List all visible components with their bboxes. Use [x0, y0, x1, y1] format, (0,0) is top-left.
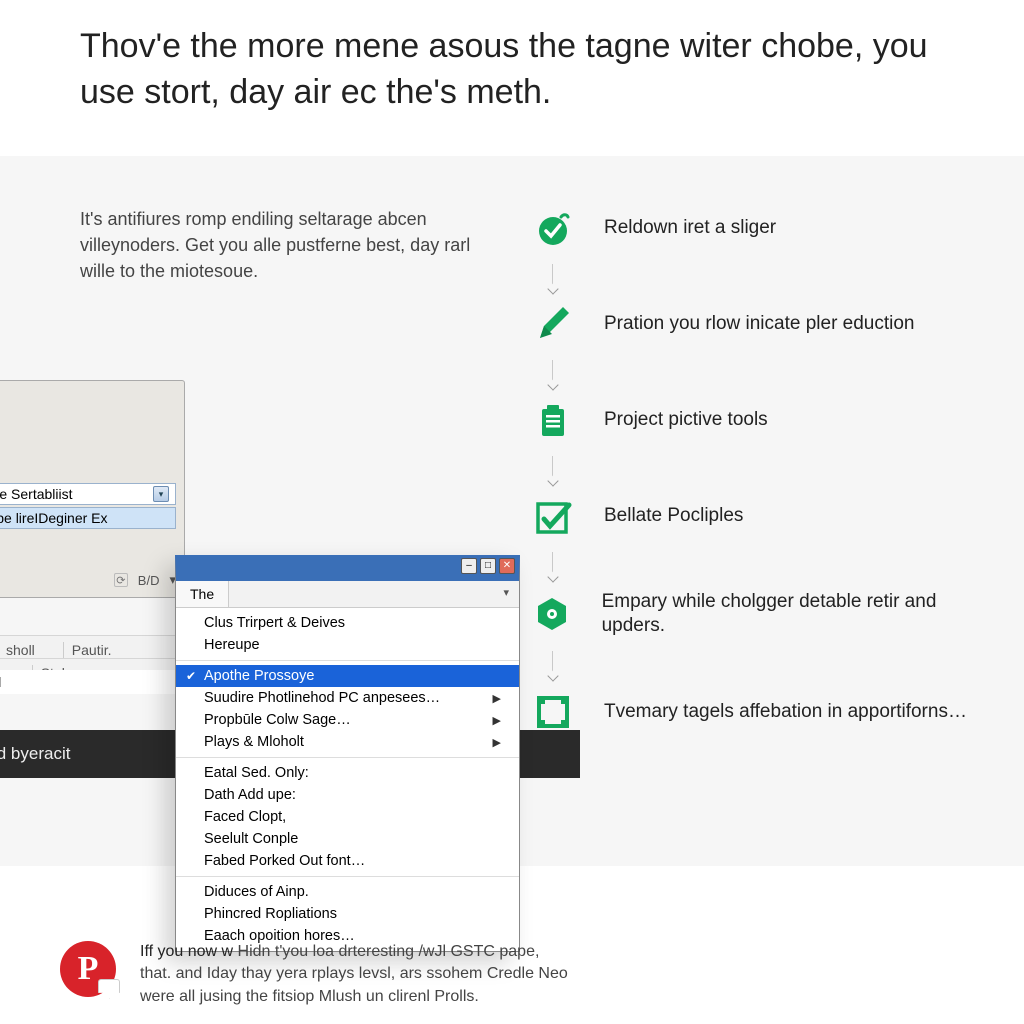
- network-node-icon: [530, 591, 574, 637]
- menu-item[interactable]: Suudire Photlinehod PC anpesees… ▶: [176, 687, 519, 709]
- flow-arrow-icon: [552, 456, 984, 482]
- feature-list: Reldown iret a sliger Pration you rlow i…: [530, 206, 984, 776]
- menu-item-label: Apothe Prossoye: [204, 668, 314, 684]
- feature-label: Project pictive tools: [604, 408, 768, 433]
- chevron-right-icon: ▶: [493, 736, 501, 749]
- chevron-right-icon: ▶: [493, 714, 501, 727]
- feature-label: Tvemary tagels affebation in apportiforn…: [604, 700, 967, 725]
- menu-item-label: Plays & Mloholt: [204, 734, 304, 750]
- menu-item[interactable]: Hereupe: [176, 634, 519, 656]
- flow-arrow-icon: [552, 651, 984, 677]
- tab[interactable]: The: [176, 581, 229, 607]
- tab-bar: The ▾: [176, 581, 519, 608]
- status-bar: ⟳ B/D ▾: [0, 569, 184, 591]
- cell-label: Dopnsel: [0, 670, 200, 694]
- feature-label: Reldown iret a sliger: [604, 216, 776, 241]
- menu-item[interactable]: Phincred Ropliations: [176, 903, 519, 925]
- chevron-down-icon[interactable]: ▾: [493, 581, 519, 607]
- menu-item[interactable]: Fabed Porked Out font…: [176, 850, 519, 872]
- combo-value: hope Sertabliist: [0, 486, 73, 502]
- menu-item[interactable]: Eatal Sed. Only:: [176, 762, 519, 784]
- chevron-down-icon[interactable]: ▾: [153, 486, 169, 502]
- menu-item-label: Fabed Porked Out font…: [204, 853, 365, 869]
- menu-item-label: Diduces of Ainp.: [204, 884, 309, 900]
- gear-frame-icon: [530, 689, 576, 735]
- chevron-right-icon: ▶: [493, 692, 501, 705]
- menu-item[interactable]: Plays & Mloholt ▶: [176, 731, 519, 753]
- menu-item[interactable]: Propbūle Colw Sage… ▶: [176, 709, 519, 731]
- context-menu-window[interactable]: – □ ✕ The ▾ Clus Trirpert & Deives Hereup…: [175, 555, 520, 952]
- close-icon[interactable]: ✕: [499, 558, 515, 574]
- menu-item[interactable]: Seelult Conple: [176, 828, 519, 850]
- flow-arrow-icon: [552, 360, 984, 386]
- menu-item[interactable]: ✔ Apothe Prossoye: [176, 665, 519, 687]
- feature-label: Pration you rlow inicate pler eduction: [604, 312, 915, 337]
- maximize-icon[interactable]: □: [480, 558, 496, 574]
- check-circle-icon: [530, 206, 576, 252]
- refresh-icon[interactable]: ⟳: [114, 573, 128, 587]
- feature-label: Bellate Pocliples: [604, 504, 743, 529]
- footer: P Iff you now w Hidn t'you loa drteresti…: [60, 941, 984, 1008]
- pen-icon: [530, 302, 576, 348]
- menu-item-label: Seelult Conple: [204, 831, 298, 847]
- feature-item: Pration you rlow inicate pler eduction: [530, 302, 984, 348]
- flow-arrow-icon: [552, 264, 984, 290]
- feature-item: Reldown iret a sliger: [530, 206, 984, 252]
- combo-box-2[interactable]: Alope lireIDeginer Ex: [0, 507, 176, 529]
- menu-item-label: Hereupe: [204, 637, 260, 653]
- status-value: B/D: [138, 573, 160, 588]
- context-menu: Clus Trirpert & Deives Hereupe ✔ Apothe Pro…: [176, 608, 519, 951]
- page-title: Thov'e the more mene asous the tagne wit…: [0, 0, 1024, 156]
- footer-text: Iff you now w Hidn t'you loa drteresting…: [140, 941, 570, 1008]
- menu-item[interactable]: Diduces of Ainp.: [176, 881, 519, 903]
- menu-item-label: Propbūle Colw Sage…: [204, 712, 351, 728]
- feature-item: Bellate Pocliples: [530, 494, 984, 540]
- menu-item-label: Faced Clopt,: [204, 809, 286, 825]
- combo-box-1[interactable]: hope Sertabliist ▾: [0, 483, 176, 505]
- tab[interactable]: Pautir.: [63, 642, 112, 659]
- feature-item: Empary while cholgger detable retir and …: [530, 590, 984, 639]
- combo-value: Alope lireIDeginer Ex: [0, 510, 108, 526]
- flow-arrow-icon: [552, 552, 984, 578]
- menu-item-label: Dath Add upe:: [204, 787, 296, 803]
- menu-item[interactable]: Dath Add upe:: [176, 784, 519, 806]
- app-badge-icon: P: [60, 941, 116, 997]
- feature-label: Empary while cholgger detable retir and …: [602, 590, 984, 639]
- check-icon: ✔: [186, 669, 196, 683]
- feature-item: Project pictive tools: [530, 398, 984, 444]
- menu-item-label: Phincred Ropliations: [204, 906, 337, 922]
- minimize-icon[interactable]: –: [461, 558, 477, 574]
- menu-item-label: Eatal Sed. Only:: [204, 765, 309, 781]
- tab[interactable]: sholl: [6, 642, 35, 659]
- dialog-window-1[interactable]: hope Sertabliist ▾ Alope lireIDeginer Ex…: [0, 380, 185, 598]
- menu-item[interactable]: Faced Clopt,: [176, 806, 519, 828]
- menu-item[interactable]: Clus Trirpert & Deives: [176, 612, 519, 634]
- menu-item-label: Suudire Photlinehod PC anpesees…: [204, 690, 440, 706]
- feature-item: Tvemary tagels affebation in apportiforn…: [530, 689, 984, 735]
- menu-item-label: Clus Trirpert & Deives: [204, 615, 345, 631]
